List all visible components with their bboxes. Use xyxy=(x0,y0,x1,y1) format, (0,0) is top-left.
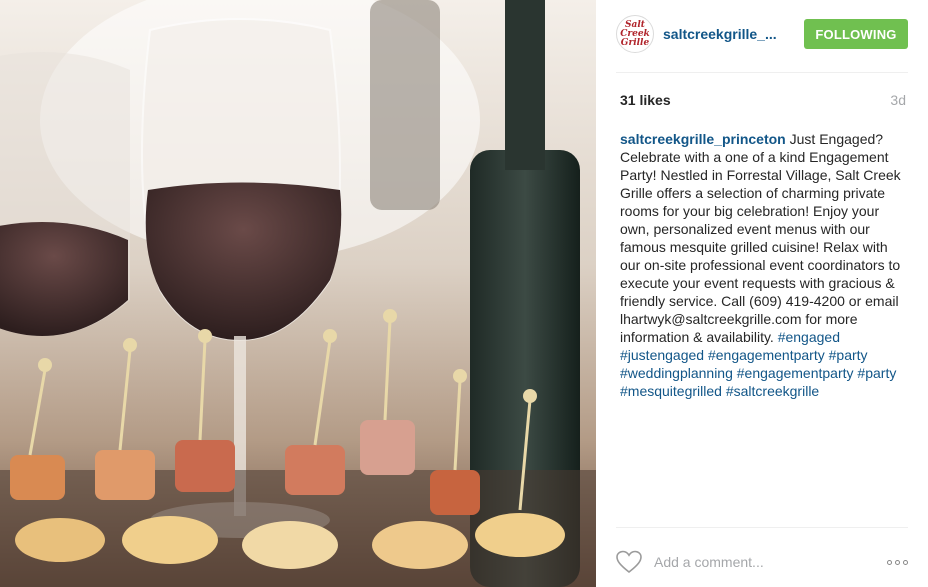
hashtag-link[interactable]: #party xyxy=(857,365,896,381)
username-link[interactable]: saltcreekgrille_... xyxy=(663,26,779,42)
post-photo[interactable] xyxy=(0,0,596,587)
likes-count[interactable]: 31 likes xyxy=(620,92,671,108)
hashtag-link[interactable]: #justengaged xyxy=(620,347,704,363)
post-sidebar: Salt Creek Grille saltcreekgrille_... FO… xyxy=(596,0,928,587)
hashtag-link[interactable]: #engaged xyxy=(778,329,840,345)
hashtag-link[interactable]: #party xyxy=(829,347,868,363)
hashtag-link[interactable]: #weddingplanning xyxy=(620,365,733,381)
avatar[interactable]: Salt Creek Grille xyxy=(616,15,654,53)
hashtag-link[interactable]: #engagementparty xyxy=(708,347,825,363)
photo-illustration xyxy=(0,0,596,587)
avatar-logo-text: Salt Creek Grille xyxy=(620,19,650,48)
heart-icon[interactable] xyxy=(616,549,644,575)
hashtag-link[interactable]: #mesquitegrilled xyxy=(620,383,722,399)
comment-bar: Add a comment... xyxy=(616,542,908,582)
footer-divider xyxy=(616,527,908,528)
post-caption: saltcreekgrille_princeton Just Engaged? … xyxy=(620,130,910,400)
caption-author-link[interactable]: saltcreekgrille_princeton xyxy=(620,131,786,147)
instagram-post: Salt Creek Grille saltcreekgrille_... FO… xyxy=(0,0,928,587)
hashtag-link[interactable]: #saltcreekgrille xyxy=(726,383,819,399)
following-button[interactable]: FOLLOWING xyxy=(804,19,908,49)
hashtag-link[interactable]: #engagementparty xyxy=(737,365,854,381)
more-options-icon[interactable] xyxy=(887,559,908,565)
post-stats: 31 likes 3d xyxy=(620,92,906,108)
caption-text: Just Engaged? Celebrate with a one of a … xyxy=(620,131,901,345)
header-divider xyxy=(616,72,908,73)
add-comment-input[interactable]: Add a comment... xyxy=(654,554,887,570)
post-header: Salt Creek Grille saltcreekgrille_... FO… xyxy=(616,12,908,56)
post-time[interactable]: 3d xyxy=(890,92,906,108)
